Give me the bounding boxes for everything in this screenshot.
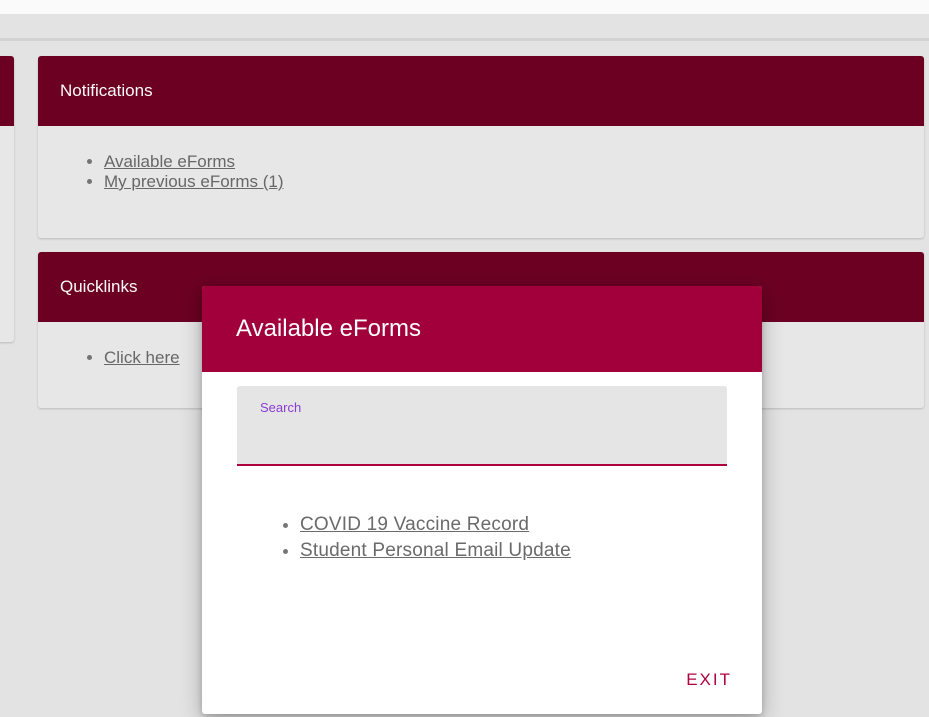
list-item: Student Personal Email Update xyxy=(300,538,571,564)
search-field[interactable]: Search xyxy=(237,386,727,466)
dialog-title: Available eForms xyxy=(236,315,421,342)
dialog-header: Available eForms xyxy=(202,286,762,372)
covid-vaccine-record-link[interactable]: COVID 19 Vaccine Record xyxy=(300,514,529,535)
available-eforms-dialog: Available eForms Search COVID 19 Vaccine… xyxy=(202,286,762,714)
search-label: Search xyxy=(260,400,302,415)
search-input[interactable] xyxy=(259,426,709,452)
exit-button[interactable]: EXIT xyxy=(686,670,732,690)
student-email-update-link[interactable]: Student Personal Email Update xyxy=(300,540,571,561)
eforms-list: COVID 19 Vaccine Record Student Personal… xyxy=(202,512,571,564)
list-item: COVID 19 Vaccine Record xyxy=(300,512,571,538)
